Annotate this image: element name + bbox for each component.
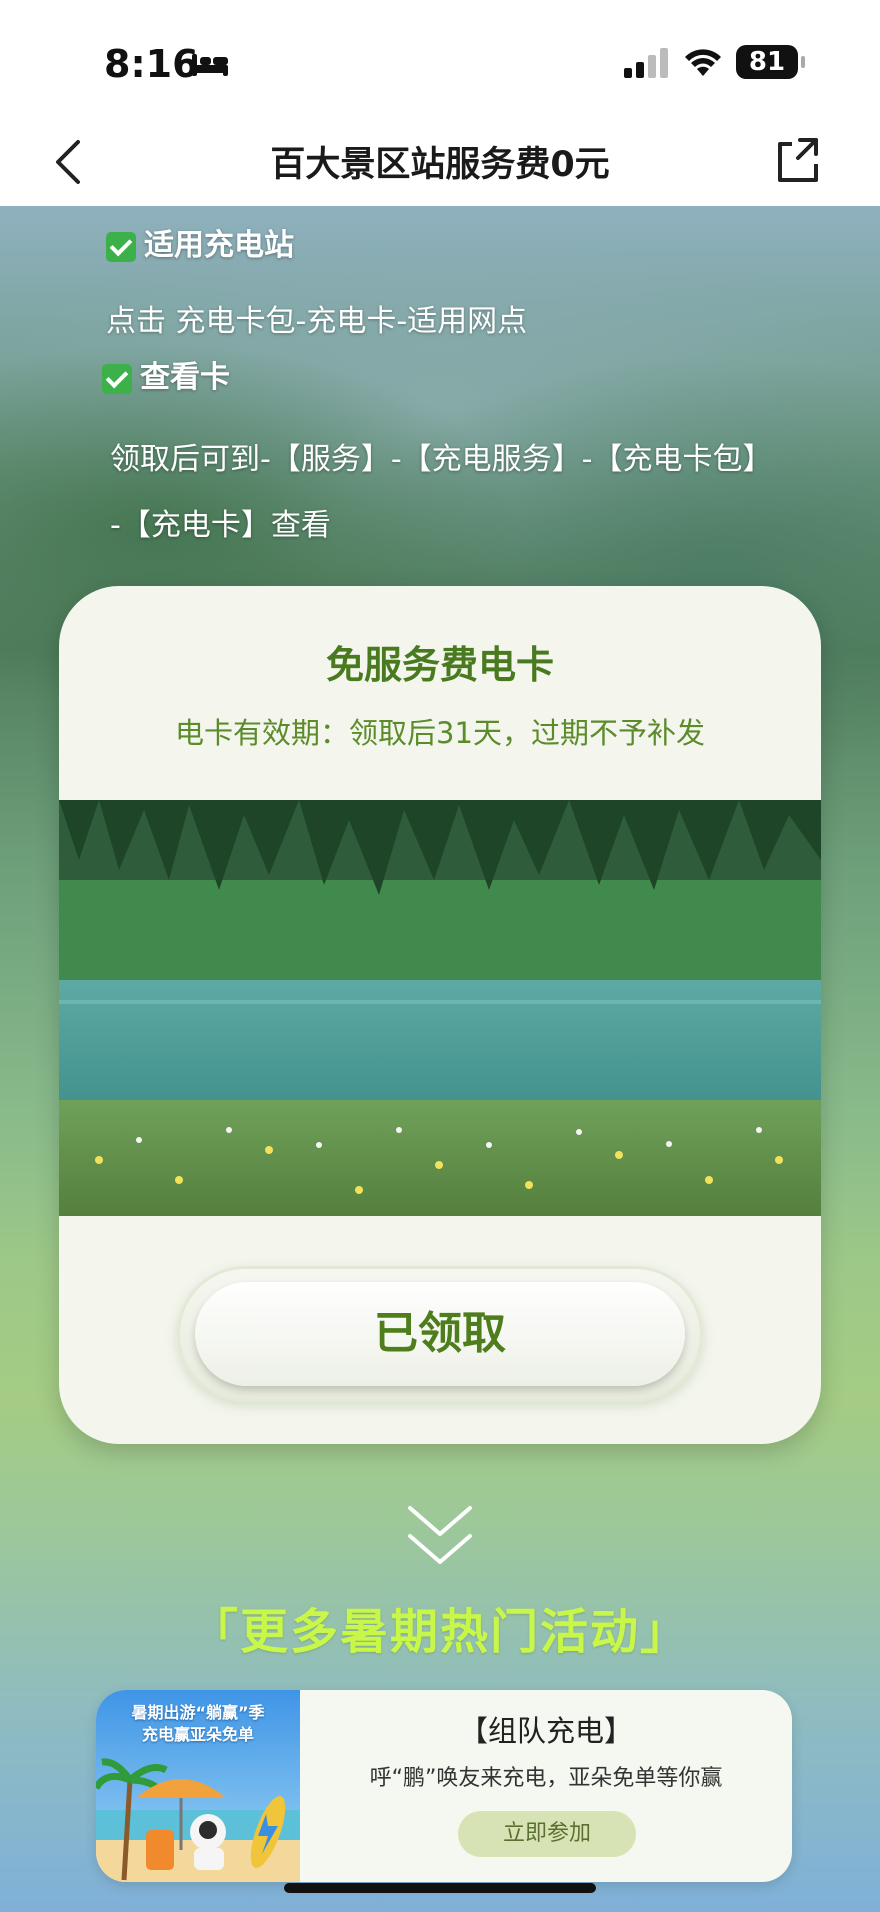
bed-icon	[192, 54, 228, 76]
page-title: 百大景区站服务费0元	[270, 145, 610, 185]
applicable-stations-heading: 适用充电站	[106, 220, 294, 264]
promo-image-line-2: 充电赢亚朵免单	[141, 1725, 254, 1744]
claimed-button-frame: 已领取	[177, 1266, 703, 1402]
status-time: 8:16	[104, 42, 199, 86]
view-card-path-cont: -【充电卡】查看	[110, 508, 331, 543]
view-card-path: 领取后可到-【服务】-【充电服务】-【充电卡包】	[110, 442, 773, 477]
lake-landscape-image	[59, 800, 821, 1216]
cellular-signal-icon	[624, 48, 668, 78]
wifi-icon	[685, 49, 721, 76]
coupon-card: 免服务费电卡 电卡有效期：领取后31天，过期不予补发 已领取	[59, 586, 821, 1444]
join-now-button[interactable]: 立即参加	[458, 1811, 636, 1857]
battery-icon: 81	[736, 45, 805, 79]
share-icon[interactable]	[770, 132, 826, 188]
card-validity: 电卡有效期：领取后31天，过期不予补发	[175, 716, 705, 750]
promo-card[interactable]: 暑期出游“躺赢”季 充电赢亚朵免单 【组队充电】 呼“鹏”唤友来充电，亚朵免单等…	[96, 1690, 792, 1882]
promo-image-line-1: 暑期出游“躺赢”季	[131, 1703, 265, 1722]
view-card-heading: 查看卡	[102, 352, 230, 396]
heading-label: 适用充电站	[144, 228, 294, 263]
checkmark-icon	[106, 231, 136, 262]
heading-label: 查看卡	[140, 360, 230, 395]
promo-image-caption: 暑期出游“躺赢”季 充电赢亚朵免单	[102, 1702, 294, 1746]
double-chevron-down-icon	[408, 1506, 472, 1564]
status-bar: 8:16 81	[0, 0, 880, 118]
home-indicator	[284, 1883, 596, 1893]
nav-bar: 百大景区站服务费0元	[0, 118, 880, 206]
promo-description: 呼“鹏”唤友来充电，亚朵免单等你赢	[369, 1766, 723, 1791]
more-activities-title: 「更多暑期热门活动」	[189, 1604, 690, 1660]
claimed-button[interactable]: 已领取	[195, 1282, 685, 1386]
applicable-stations-text: 点击 充电卡包-充电卡-适用网点	[106, 304, 528, 339]
background-scene: 适用充电站 点击 充电卡包-充电卡-适用网点 查看卡 领取后可到-【服务】-【充…	[0, 206, 880, 1912]
card-title: 免服务费电卡	[325, 643, 554, 687]
promo-title: 【组队充电】	[458, 1714, 633, 1748]
checkmark-icon	[102, 363, 132, 394]
